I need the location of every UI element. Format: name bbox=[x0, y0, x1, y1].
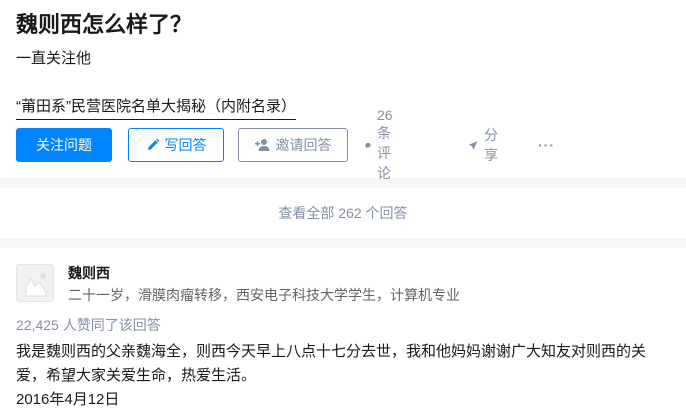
more-dots-icon[interactable]: ··· bbox=[538, 128, 555, 162]
invite-answer-label: 邀请回答 bbox=[275, 137, 332, 153]
follow-question-label: 关注问题 bbox=[36, 137, 92, 153]
vote-count[interactable]: 22,425 人赞同了该回答 bbox=[16, 315, 161, 335]
question-header: 魏则西怎么样了？ 一直关注他 “莆田系”民营医院名单大揭秘（内附名录） 关注问题… bbox=[0, 0, 686, 181]
paper-plane-icon bbox=[468, 140, 478, 150]
comments-button[interactable]: 26 条评论 bbox=[365, 107, 402, 181]
default-avatar-icon[interactable] bbox=[16, 264, 54, 302]
invite-answer-button[interactable]: 邀请回答 bbox=[238, 128, 348, 162]
author-name[interactable]: 魏则西 bbox=[68, 263, 110, 283]
add-user-icon bbox=[254, 139, 269, 151]
answer-item: 魏则西 二十一岁，滑膜肉瘤转移，西安电子科技大学学生，计算机专业 22,425 … bbox=[0, 248, 686, 414]
answer-date[interactable]: 2016年4月12日 bbox=[16, 390, 119, 410]
comments-label: 26 条评论 bbox=[377, 107, 393, 181]
follow-question-button[interactable]: 关注问题 bbox=[16, 128, 112, 162]
view-all-answers-label: 查看全部 262 个回答 bbox=[278, 205, 408, 221]
write-answer-label: 写回答 bbox=[164, 137, 207, 153]
related-link[interactable]: “莆田系”民营医院名单大揭秘（内附名录） bbox=[16, 97, 296, 120]
avatar-placeholder-icon bbox=[17, 265, 53, 301]
answer-content: 我是魏则西的父亲魏海全，则西今天早上八点十七分去世，我和他妈妈谢谢广大知友对则西… bbox=[16, 343, 647, 384]
pen-icon bbox=[147, 138, 159, 150]
share-button[interactable]: 分享 bbox=[468, 127, 503, 163]
question-title[interactable]: 魏则西怎么样了？ bbox=[16, 10, 192, 40]
share-label: 分享 bbox=[484, 127, 499, 163]
write-answer-button[interactable]: 写回答 bbox=[128, 128, 224, 162]
view-all-answers-button[interactable]: 查看全部 262 个回答 bbox=[0, 188, 686, 238]
comment-bubble-icon bbox=[365, 142, 371, 148]
author-bio: 二十一岁，滑膜肉瘤转移，西安电子科技大学学生，计算机专业 bbox=[68, 287, 460, 303]
more-label: ··· bbox=[538, 137, 555, 153]
question-detail: 一直关注他 bbox=[16, 50, 92, 67]
